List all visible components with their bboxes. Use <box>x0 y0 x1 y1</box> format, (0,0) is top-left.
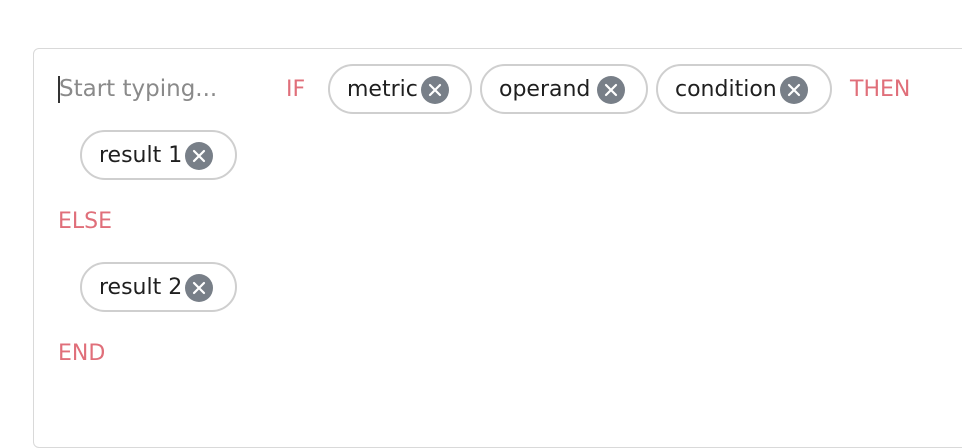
chip-condition-remove-button[interactable] <box>780 76 808 104</box>
close-icon <box>192 149 206 163</box>
chip-condition-label: condition <box>675 77 777 102</box>
chip-result-1-label: result 1 <box>99 143 183 168</box>
chip-metric-remove-button[interactable] <box>421 76 449 104</box>
close-icon <box>787 83 801 97</box>
chip-operand[interactable]: operand <box>480 64 648 114</box>
keyword-else: ELSE <box>58 209 113 234</box>
chip-result-1[interactable]: result 1 <box>80 130 237 180</box>
chip-result-2-label: result 2 <box>99 275 183 300</box>
keyword-if: IF <box>286 77 306 102</box>
keyword-end: END <box>58 341 106 366</box>
chip-operand-remove-button[interactable] <box>597 76 625 104</box>
rule-input-placeholder[interactable]: Start typing... <box>59 76 217 103</box>
chip-metric-label: metric <box>347 77 418 102</box>
close-icon <box>604 83 618 97</box>
chip-result-2[interactable]: result 2 <box>80 262 237 312</box>
chip-result-1-remove-button[interactable] <box>185 142 213 170</box>
keyword-then: THEN <box>850 77 911 102</box>
chip-operand-label: operand <box>499 77 591 102</box>
chip-result-2-remove-button[interactable] <box>185 274 213 302</box>
close-icon <box>192 281 206 295</box>
close-icon <box>428 83 442 97</box>
chip-metric[interactable]: metric <box>328 64 472 114</box>
chip-condition[interactable]: condition <box>656 64 832 114</box>
